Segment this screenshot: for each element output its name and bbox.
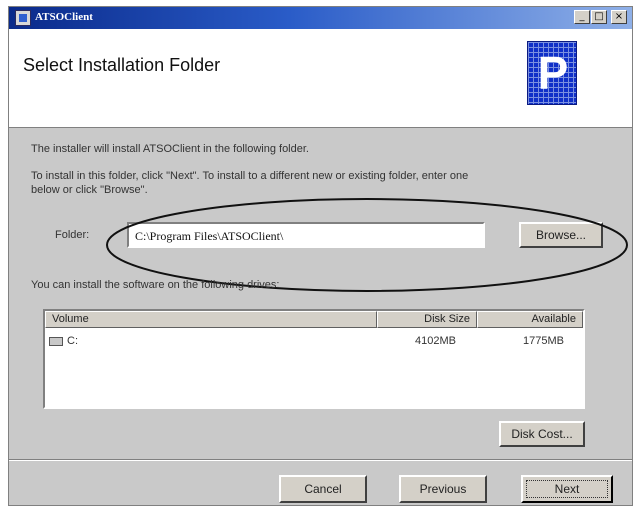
instruction-line-1: To install in this folder, click "Next".…: [31, 170, 469, 182]
installer-window: ATSOClient _ □ × Select Installation Fol…: [8, 6, 633, 506]
drive-icon: [49, 337, 63, 346]
cancel-button[interactable]: Cancel: [279, 475, 367, 503]
volume-cell: C:: [67, 335, 78, 347]
page-title: Select Installation Folder: [23, 55, 221, 75]
disk-cost-button[interactable]: Disk Cost...: [499, 421, 585, 447]
installer-app-icon: [15, 10, 31, 26]
minimize-button[interactable]: _: [574, 10, 590, 24]
cancel-button-label: Cancel: [304, 482, 342, 496]
drives-text: You can install the software on the foll…: [31, 279, 280, 291]
column-header-available[interactable]: Available: [477, 311, 583, 328]
title-bar[interactable]: ATSOClient _ □ ×: [9, 7, 632, 29]
footer-divider: [9, 459, 632, 461]
focus-rect: [526, 480, 608, 498]
folder-label: Folder:: [55, 229, 90, 241]
logo-letter: P: [537, 47, 569, 99]
next-button[interactable]: Next: [521, 475, 613, 503]
previous-button-label: Previous: [419, 482, 467, 496]
close-button[interactable]: ×: [611, 10, 627, 24]
previous-button[interactable]: Previous: [399, 475, 487, 503]
setup-logo-icon: P: [527, 41, 577, 105]
disk-cost-button-label: Disk Cost...: [511, 427, 573, 441]
intro-text: The installer will install ATSOClient in…: [31, 143, 309, 155]
maximize-button[interactable]: □: [591, 10, 607, 24]
window-title: ATSOClient: [35, 11, 93, 23]
dialog-header: Select Installation Folder P: [9, 29, 632, 128]
column-header-volume[interactable]: Volume: [45, 311, 377, 328]
drives-list[interactable]: Volume Disk Size Available C: 4102MB 177…: [43, 309, 585, 409]
disk-size-cell: 4102MB: [415, 335, 456, 347]
column-header-disk-size[interactable]: Disk Size: [377, 311, 477, 328]
available-cell: 1775MB: [523, 335, 564, 347]
